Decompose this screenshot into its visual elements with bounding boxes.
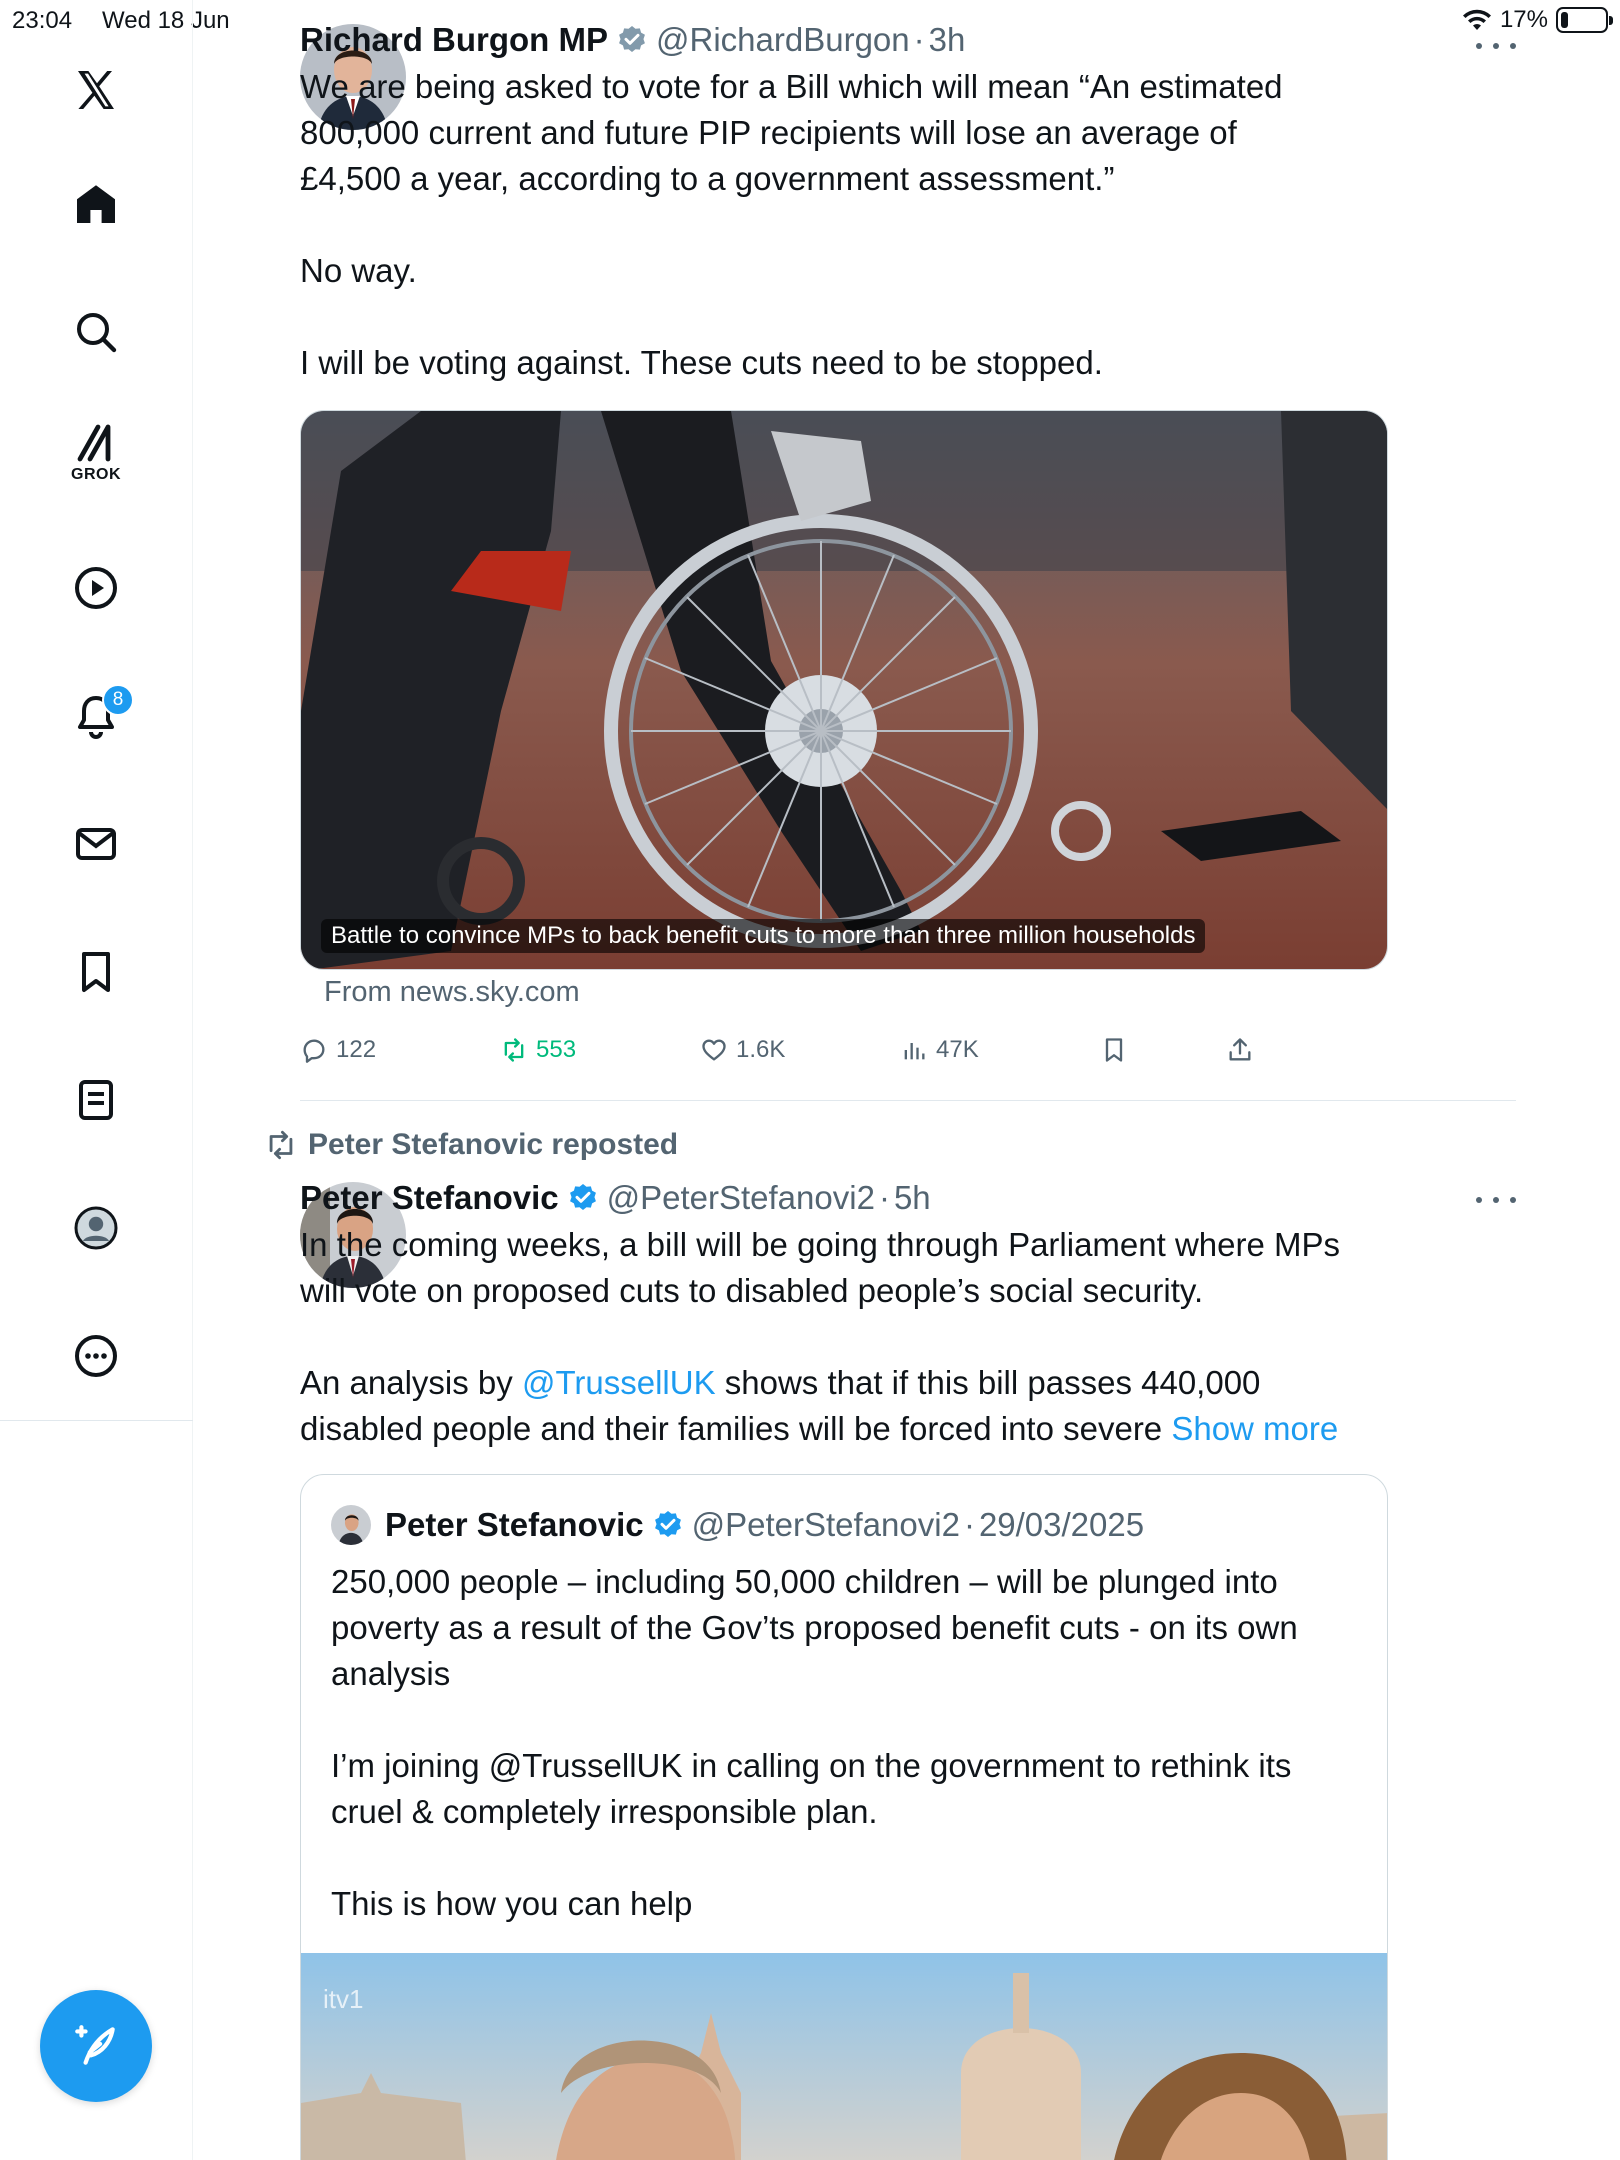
quote-header: Peter Stefanovic @PeterStefanovi2 · 29/0…	[331, 1505, 1144, 1545]
search-icon[interactable]	[64, 300, 128, 364]
bookmark-icon	[1105, 1038, 1123, 1062]
author-handle[interactable]: @RichardBurgon	[656, 21, 910, 59]
repost-indicator: Peter Stefanovic reposted	[264, 1128, 964, 1172]
tweet-time[interactable]: 5h	[894, 1179, 931, 1217]
tweet-divider	[300, 1100, 1516, 1101]
separator-dot: ·	[878, 1179, 890, 1216]
verified-badge-icon	[569, 1184, 596, 1210]
grok-label: GROK	[71, 466, 121, 483]
wheelchair-photo	[301, 411, 1387, 969]
reply-icon	[303, 1039, 325, 1063]
quote-video-thumbnail[interactable]: itv1	[301, 1953, 1387, 2160]
reposted-by-label[interactable]: Peter Stefanovic reposted	[308, 1128, 678, 1162]
quote-author-name[interactable]: Peter Stefanovic	[385, 1506, 644, 1544]
tweet-text: We are being asked to vote for a Bill wh…	[300, 68, 1283, 381]
compose-button[interactable]	[40, 1990, 152, 2102]
more-options-icon[interactable]	[1476, 36, 1516, 56]
quote-author-handle[interactable]: @PeterStefanovi2	[692, 1506, 960, 1544]
quote-avatar[interactable]	[331, 1505, 371, 1545]
repost-icon	[504, 1038, 524, 1062]
repost-indicator-icon	[269, 1130, 293, 1160]
video-icon[interactable]	[64, 556, 128, 620]
tweet-time[interactable]: 3h	[929, 21, 966, 59]
compose-feather-icon	[75, 2025, 115, 2065]
separator-dot: ·	[963, 1506, 975, 1543]
tweet-header: Peter Stefanovic @PeterStefanovi2 · 5h	[300, 1178, 931, 1218]
author-name[interactable]: Richard Burgon MP	[300, 21, 608, 59]
reply-button[interactable]: 122	[300, 1030, 376, 1070]
notification-badge: 8	[102, 684, 134, 716]
notifications-icon[interactable]: 8	[64, 684, 134, 748]
bookmarks-icon[interactable]	[64, 940, 128, 1004]
quoted-tweet[interactable]: Peter Stefanovic @PeterStefanovi2 · 29/0…	[300, 1474, 1388, 2160]
like-button[interactable]: 1.6K	[700, 1030, 785, 1070]
more-options-icon[interactable]	[1476, 1190, 1516, 1210]
quote-date[interactable]: 29/03/2025	[979, 1506, 1144, 1544]
link-card[interactable]: Battle to convince MPs to back benefit c…	[300, 410, 1388, 970]
lists-icon[interactable]	[64, 1068, 128, 1132]
grok-icon[interactable]: GROK	[64, 420, 128, 484]
profile-icon[interactable]	[64, 1196, 128, 1260]
home-icon[interactable]	[64, 172, 128, 236]
messages-icon[interactable]	[64, 812, 128, 876]
tweet-header: Richard Burgon MP @RichardBurgon · 3h	[300, 20, 965, 60]
view-count: 47K	[936, 1036, 979, 1063]
tweet[interactable]: Peter Stefanovic @PeterStefanovi2 · 5h I…	[300, 1178, 1516, 2160]
bookmark-button[interactable]	[1100, 1030, 1128, 1070]
sidebar: GROK 8	[0, 0, 193, 2160]
author-name[interactable]: Peter Stefanovic	[300, 1179, 559, 1217]
repost-button[interactable]: 553	[500, 1030, 576, 1070]
more-menu-icon[interactable]	[64, 1324, 128, 1388]
heart-icon	[702, 1039, 726, 1061]
separator-dot: ·	[913, 21, 925, 58]
x-logo-icon[interactable]	[64, 58, 128, 122]
card-caption: Battle to convince MPs to back benefit c…	[321, 919, 1206, 953]
reply-count: 122	[336, 1036, 377, 1063]
author-handle[interactable]: @PeterStefanovi2	[607, 1179, 875, 1217]
mention-link[interactable]: @TrussellUK	[522, 1364, 716, 1401]
verified-badge-icon	[654, 1511, 681, 1537]
views-button[interactable]: 47K	[900, 1030, 979, 1070]
like-count: 1.6K	[736, 1036, 786, 1063]
show-more-link[interactable]: Show more	[1171, 1410, 1338, 1447]
repost-count: 553	[536, 1036, 577, 1063]
tweet[interactable]: Richard Burgon MP @RichardBurgon · 3h We…	[300, 18, 1516, 1098]
verified-badge-icon	[619, 26, 645, 52]
card-source[interactable]: From news.sky.com	[324, 976, 580, 1009]
views-chart-icon	[904, 1043, 925, 1060]
sidebar-divider	[0, 1420, 193, 1421]
share-icon	[1229, 1038, 1251, 1061]
timeline[interactable]: Richard Burgon MP @RichardBurgon · 3h We…	[194, 0, 1620, 2160]
quote-text: 250,000 people – including 50,000 childr…	[331, 1563, 1298, 1922]
itv-logo: itv1	[323, 1984, 363, 2014]
tweet-actions: 122 553 1.6K 47K	[300, 1030, 1300, 1070]
share-button[interactable]	[1226, 1030, 1254, 1070]
tweet-text: In the coming weeks, a bill will be goin…	[300, 1222, 1410, 1452]
